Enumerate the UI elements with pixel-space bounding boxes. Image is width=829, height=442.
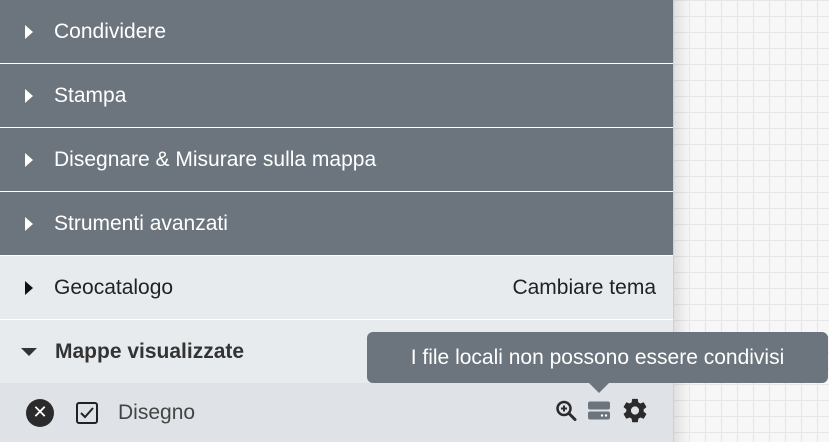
tooltip-text: I file locali non possono essere condivi… — [410, 345, 785, 369]
menu-item-label: Disegnare & Misurare sulla mappa — [54, 147, 377, 171]
caret-right-icon — [25, 88, 33, 103]
zoom-in-icon[interactable] — [555, 399, 577, 426]
menu-item-label: Strumenti avanzati — [54, 211, 228, 235]
remove-icon[interactable]: ✕ — [26, 398, 54, 427]
storage-icon[interactable] — [587, 399, 611, 426]
caret-right-icon — [25, 280, 33, 295]
change-theme-link[interactable]: Cambiare tema — [512, 276, 656, 300]
menu-item-label: Geocatalogo — [54, 275, 174, 299]
caret-down-icon — [21, 347, 37, 356]
tooltip-arrow — [589, 383, 609, 393]
menu-item-advanced-tools[interactable]: Strumenti avanzati — [0, 192, 673, 256]
menu-item-draw-measure[interactable]: Disegnare & Misurare sulla mappa — [0, 128, 673, 192]
tooltip: I file locali non possono essere condivi… — [367, 332, 828, 383]
menu-item-label: Stampa — [54, 83, 127, 107]
caret-right-icon — [25, 152, 33, 167]
gear-icon[interactable] — [621, 396, 649, 429]
caret-right-icon — [25, 216, 33, 231]
menu-item-geocatalog[interactable]: Geocatalogo Cambiare tema — [0, 256, 673, 320]
layer-label: Disegno — [118, 400, 196, 424]
menu-item-share[interactable]: Condividere — [0, 0, 673, 64]
layer-actions — [555, 396, 649, 429]
menu-item-print[interactable]: Stampa — [0, 64, 673, 128]
layer-row: ✕ Disegno — [0, 383, 673, 442]
menu-item-label: Condividere — [54, 19, 167, 43]
caret-right-icon — [25, 24, 33, 39]
check-icon — [80, 406, 94, 418]
menu-item-label: Mappe visualizzate — [55, 339, 245, 363]
layer-visibility-checkbox[interactable] — [76, 401, 98, 424]
